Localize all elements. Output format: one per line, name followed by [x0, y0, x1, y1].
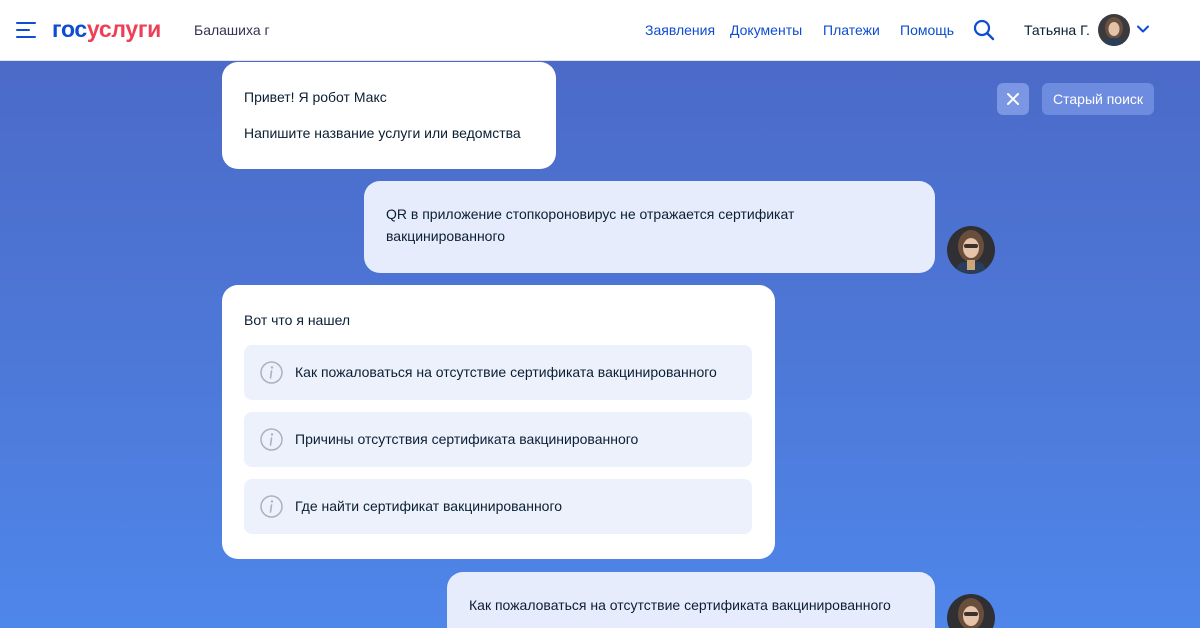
old-search-button[interactable]: Старый поиск: [1042, 83, 1155, 115]
result-option-label: Где найти сертификат вакцинированного: [295, 498, 563, 514]
user-message-bubble: QR в приложение стопкороновирус не отраж…: [364, 181, 935, 273]
avatar[interactable]: [1098, 14, 1130, 46]
menu-icon[interactable]: [16, 21, 36, 39]
chevron-down-icon[interactable]: [1137, 24, 1149, 34]
user-message-bubble-2: Как пожаловаться на отсутствие сертифика…: [447, 572, 935, 628]
close-button[interactable]: [997, 83, 1029, 115]
logo-part-uslugi: услуги: [86, 16, 161, 42]
user-avatar: [947, 226, 995, 274]
city-selector[interactable]: Балашиха г: [194, 22, 270, 38]
bot-results-title: Вот что я нашел: [244, 312, 351, 328]
bot-greeting-bubble: Привет! Я робот Макс Напишите название у…: [222, 62, 556, 169]
logo-part-gos: гос: [52, 16, 87, 42]
result-option[interactable]: Как пожаловаться на отсутствие сертифика…: [244, 345, 752, 400]
result-option-label: Причины отсутствия сертификата вакциниро…: [295, 431, 639, 447]
nav-documents[interactable]: Документы: [730, 22, 802, 38]
bot-results-bubble: Вот что я нашел Как пожаловаться на отсу…: [222, 285, 775, 559]
user-message-text: QR в приложение стопкороновирус не отраж…: [386, 206, 795, 244]
nav-applications[interactable]: Заявления: [645, 22, 715, 38]
user-name[interactable]: Татьяна Г.: [1024, 22, 1090, 38]
nav-help[interactable]: Помощь: [900, 22, 954, 38]
info-icon: [260, 428, 283, 451]
gosuslugi-logo[interactable]: госуслуги: [52, 16, 161, 43]
top-header: госуслуги Балашиха г Заявления Документы…: [0, 0, 1200, 61]
nav-payments[interactable]: Платежи: [823, 22, 880, 38]
user-avatar-2: [947, 594, 995, 628]
bot-greeting-line-1: Привет! Я робот Макс: [244, 89, 387, 105]
chat-area: Старый поиск Привет! Я робот Макс Напиши…: [0, 61, 1200, 628]
info-icon: [260, 495, 283, 518]
search-icon[interactable]: [973, 19, 995, 41]
info-icon: [260, 361, 283, 384]
result-option[interactable]: Причины отсутствия сертификата вакциниро…: [244, 412, 752, 467]
result-option-label: Как пожаловаться на отсутствие сертифика…: [295, 364, 717, 380]
close-icon: [1007, 93, 1019, 105]
user-message-text-2: Как пожаловаться на отсутствие сертифика…: [469, 597, 891, 613]
result-option[interactable]: Где найти сертификат вакцинированного: [244, 479, 752, 534]
bot-greeting-line-2: Напишите название услуги или ведомства: [244, 125, 521, 141]
